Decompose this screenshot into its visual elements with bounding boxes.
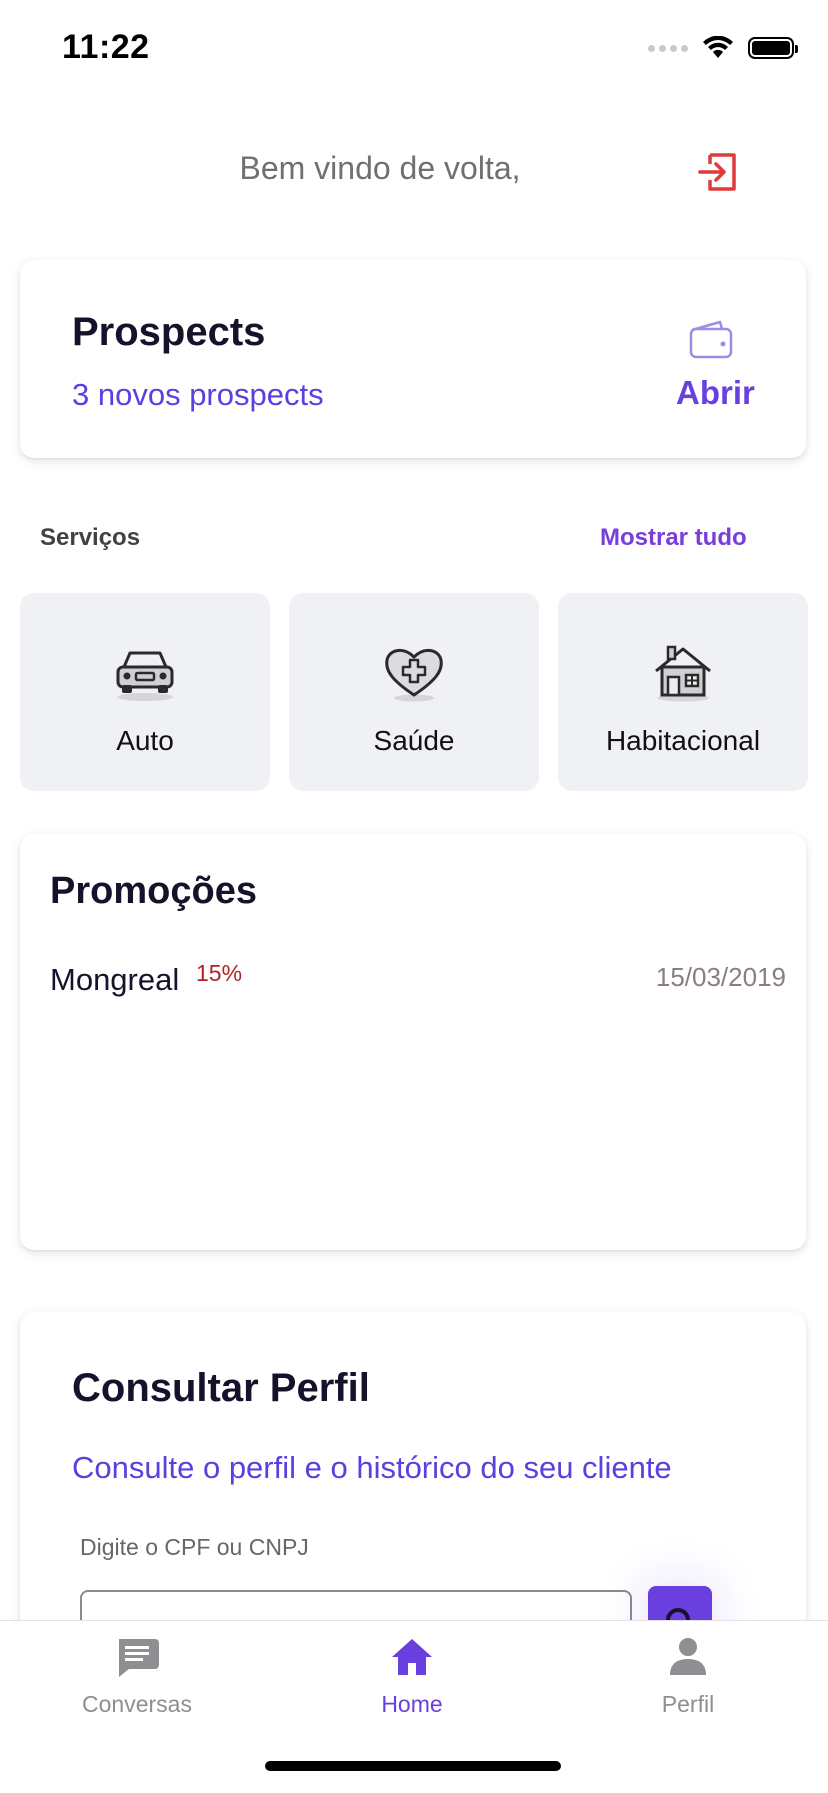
service-label-saude: Saúde (373, 725, 455, 756)
promotion-date: 15/03/2019 (655, 962, 786, 992)
service-tile-saude[interactable]: Saúde (289, 593, 539, 791)
status-icons (648, 36, 798, 60)
service-tile-habitacional[interactable]: Habitacional (558, 593, 808, 791)
battery-icon (748, 37, 798, 59)
promotion-discount: 15% (196, 960, 243, 986)
person-icon (670, 1638, 706, 1675)
home-icon (392, 1639, 432, 1675)
house-icon (655, 645, 711, 702)
cpf-input-label: Digite o CPF ou CNPJ (80, 1534, 309, 1560)
chat-icon (119, 1639, 159, 1677)
promotion-name: Mongreal (50, 962, 180, 997)
service-label-habitacional: Habitacional (605, 725, 761, 756)
logout-icon[interactable] (696, 150, 740, 194)
open-prospects-button[interactable]: Abrir (676, 374, 755, 412)
prospects-subtitle: 3 novos prospects (72, 377, 324, 412)
car-icon (116, 651, 174, 701)
tab-label-home: Home (381, 1691, 443, 1717)
promotions-card: Promoções Mongreal 15% 15/03/2019 (20, 834, 806, 1250)
consult-title: Consultar Perfil (72, 1366, 370, 1410)
home-indicator (265, 1761, 561, 1771)
prospects-title: Prospects (72, 310, 266, 354)
tab-perfil[interactable]: Perfil (588, 1621, 788, 1731)
consult-subtitle: Consulte o perfil e o histórico do seu c… (72, 1450, 672, 1485)
service-tile-auto[interactable]: Auto (20, 593, 270, 791)
show-all-link[interactable]: Mostrar tudo (600, 524, 747, 552)
tab-conversas[interactable]: Conversas (37, 1621, 237, 1731)
tab-home[interactable]: Home (312, 1621, 512, 1731)
signal-icon (648, 44, 688, 52)
status-time: 11:22 (62, 28, 150, 66)
welcome-text: Bem vindo de volta, (239, 150, 521, 186)
service-label-auto: Auto (116, 725, 174, 756)
tab-label-conversas: Conversas (82, 1691, 192, 1717)
wallet-icon (689, 320, 733, 359)
promotions-title: Promoções (50, 870, 257, 912)
heart-plus-icon (385, 648, 443, 702)
prospects-card[interactable]: Prospects 3 novos prospects Abrir (20, 260, 806, 458)
services-label: Serviços (40, 524, 141, 551)
wifi-icon (703, 36, 733, 58)
tab-label-perfil: Perfil (661, 1691, 715, 1717)
